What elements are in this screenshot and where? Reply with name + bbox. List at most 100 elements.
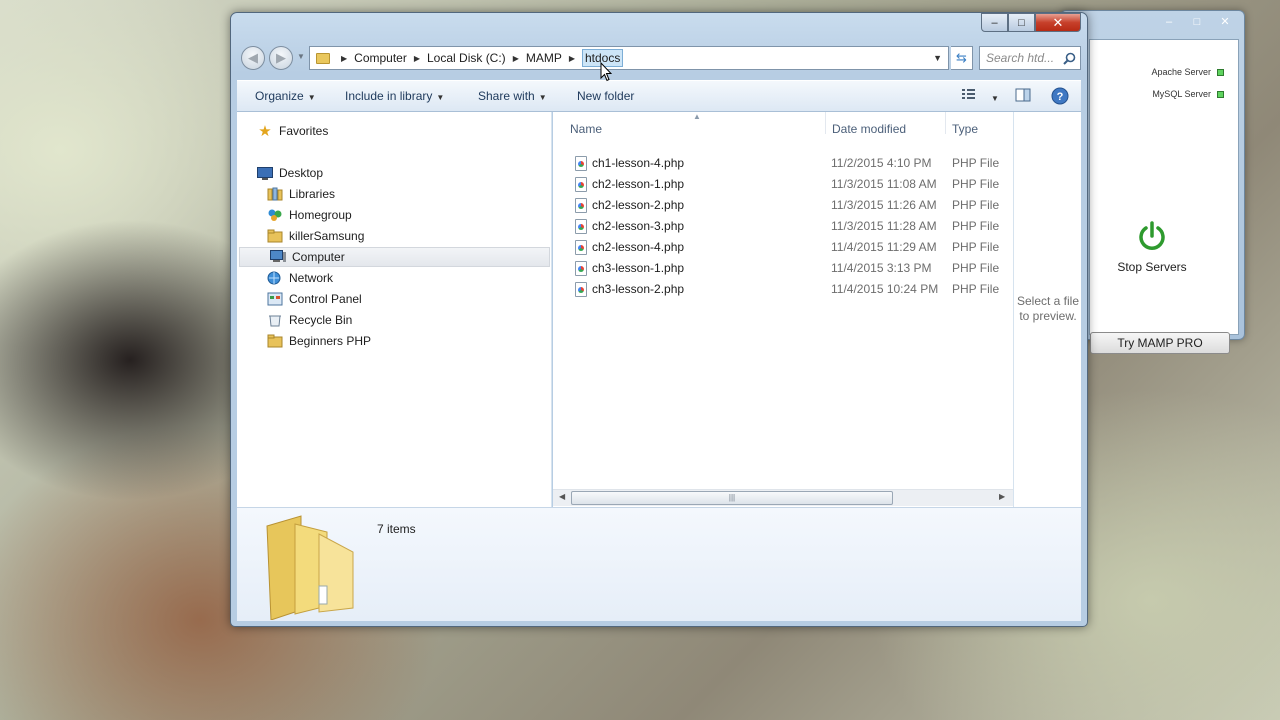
nav-item-homegroup[interactable]: Homegroup [267, 205, 352, 225]
file-type: PHP File [952, 219, 1000, 233]
file-date: 11/4/2015 11:29 AM [831, 240, 937, 254]
power-icon[interactable] [1136, 220, 1168, 252]
preview-text-line: to preview. [1019, 309, 1077, 323]
breadcrumb-separator-icon[interactable]: ▶ [569, 54, 575, 63]
search-icon[interactable] [1063, 52, 1076, 65]
nav-item-control-panel[interactable]: Control Panel [267, 289, 362, 309]
preview-pane: Select a file to preview. [1013, 112, 1081, 507]
breadcrumb-separator-icon[interactable]: ▶ [513, 54, 519, 63]
column-header-name[interactable]: Name [570, 122, 602, 136]
refresh-icon: ⇆ [956, 50, 967, 65]
mamp-maximize-button[interactable]: □ [1184, 14, 1210, 31]
close-button[interactable]: ✕ [1035, 13, 1081, 32]
mysql-status-led-icon [1217, 90, 1224, 98]
nav-item-computer[interactable]: Computer [239, 247, 550, 267]
file-type: PHP File [952, 240, 1000, 254]
nav-item-label: Control Panel [289, 292, 362, 306]
view-options-chevron-down-icon[interactable]: ▼ [987, 90, 999, 104]
file-name: ch2-lesson-1.php [592, 177, 685, 191]
column-divider[interactable] [825, 112, 826, 134]
nav-item-network[interactable]: Network [267, 268, 333, 288]
include-in-library-menu[interactable]: Include in library ▼ [345, 89, 444, 103]
search-placeholder: Search htd... [986, 51, 1055, 65]
file-name: ch3-lesson-1.php [592, 261, 685, 275]
recent-pages-chevron-down-icon[interactable]: ▼ [297, 52, 305, 61]
navigation-row: ◀ ▶ ▼ ▶ Computer ▶ Local Disk (C:) ▶ MAM… [239, 44, 1081, 72]
star-icon: ★ [258, 123, 272, 140]
nav-item-label: Beginners PHP [289, 334, 372, 348]
nav-item-beginners-php[interactable]: Beginners PHP [267, 331, 371, 351]
user-folder-icon [267, 229, 283, 243]
nav-item-killersamsung[interactable]: killerSamsung [267, 226, 364, 246]
column-header-type[interactable]: Type [952, 122, 978, 136]
file-row[interactable]: ch2-lesson-4.php 11/4/2015 11:29 AM PHP … [553, 237, 1013, 258]
file-date: 11/4/2015 3:13 PM [831, 261, 932, 275]
apache-status-label: Apache Server [1151, 67, 1211, 77]
nav-item-desktop[interactable]: Desktop [257, 163, 323, 183]
file-row[interactable]: ch2-lesson-3.php 11/3/2015 11:28 AM PHP … [553, 216, 1013, 237]
breadcrumb-computer[interactable]: Computer [354, 51, 407, 65]
file-row[interactable]: ch1-lesson-4.php 11/2/2015 4:10 PM PHP F… [553, 153, 1013, 174]
nav-favorites-label: Favorites [279, 124, 329, 138]
apache-status: Apache Server [1151, 67, 1224, 77]
breadcrumb-local-disk[interactable]: Local Disk (C:) [427, 51, 506, 65]
nav-item-label: Network [289, 271, 334, 285]
view-options-icon[interactable] [961, 87, 977, 101]
svg-text:?: ? [1057, 91, 1064, 103]
organize-menu[interactable]: Organize ▼ [255, 89, 316, 103]
nav-item-label: Recycle Bin [289, 313, 353, 327]
search-input[interactable]: Search htd... [979, 46, 1081, 70]
window-caption-buttons: – □ ✕ [981, 13, 1081, 32]
breadcrumb-separator-icon[interactable]: ▶ [341, 54, 347, 63]
new-folder-button[interactable]: New folder [577, 89, 634, 103]
file-row[interactable]: ch3-lesson-2.php 11/4/2015 10:24 PM PHP … [553, 279, 1013, 300]
file-name: ch3-lesson-2.php [592, 282, 685, 296]
file-name: ch2-lesson-2.php [592, 198, 685, 212]
column-divider[interactable] [945, 112, 946, 134]
column-header-date-modified[interactable]: Date modified [832, 122, 906, 136]
nav-item-libraries[interactable]: Libraries [267, 184, 335, 204]
php-file-icon [575, 261, 587, 276]
organize-label: Organize [255, 89, 304, 103]
apache-status-led-icon [1217, 68, 1224, 76]
include-in-library-label: Include in library [345, 89, 433, 103]
breadcrumb-mamp[interactable]: MAMP [526, 51, 562, 65]
explorer-window: – □ ✕ ◀ ▶ ▼ ▶ Computer ▶ Local Disk (C:)… [230, 12, 1088, 627]
forward-button[interactable]: ▶ [269, 46, 293, 70]
mamp-minimize-button[interactable]: – [1156, 14, 1182, 31]
horizontal-scrollbar[interactable]: ◀ ||| ▶ [553, 489, 1013, 506]
nav-item-recycle-bin[interactable]: Recycle Bin [267, 310, 352, 330]
file-list: ▲ Name Date modified Type ch1-lesson-4.p… [553, 112, 1013, 507]
preview-pane-toggle-icon[interactable] [1015, 87, 1031, 103]
back-button[interactable]: ◀ [241, 46, 265, 70]
try-mamp-pro-button[interactable]: Try MAMP PRO [1090, 332, 1230, 354]
chevron-down-icon: ▼ [538, 93, 547, 102]
file-date: 11/3/2015 11:26 AM [831, 198, 937, 212]
file-type: PHP File [952, 156, 1000, 170]
network-icon [267, 271, 283, 285]
stop-servers-label[interactable]: Stop Servers [1090, 260, 1214, 274]
file-row[interactable]: ch2-lesson-1.php 11/3/2015 11:08 AM PHP … [553, 174, 1013, 195]
breadcrumb-separator-icon[interactable]: ▶ [414, 54, 420, 63]
nav-item-label: killerSamsung [289, 229, 365, 243]
file-name: ch2-lesson-3.php [592, 219, 685, 233]
mysql-status: MySQL Server [1152, 89, 1224, 99]
items-count: 7 items [377, 522, 416, 536]
folder-icon [267, 334, 283, 348]
mouse-cursor-icon [600, 62, 612, 82]
maximize-button[interactable]: □ [1008, 13, 1035, 32]
libraries-icon [267, 187, 283, 201]
nav-favorites[interactable]: ★ Favorites [257, 121, 328, 141]
file-row[interactable]: ch2-lesson-2.php 11/3/2015 11:26 AM PHP … [553, 195, 1013, 216]
scroll-left-icon[interactable]: ◀ [559, 492, 565, 501]
address-dropdown-chevron-down-icon[interactable]: ▼ [933, 53, 942, 63]
help-icon[interactable]: ? [1051, 87, 1069, 105]
minimize-button[interactable]: – [981, 13, 1008, 32]
file-row[interactable]: ch3-lesson-1.php 11/4/2015 3:13 PM PHP F… [553, 258, 1013, 279]
address-bar[interactable]: ▶ Computer ▶ Local Disk (C:) ▶ MAMP ▶ ht… [309, 46, 949, 70]
scroll-right-icon[interactable]: ▶ [999, 492, 1005, 501]
scrollbar-thumb[interactable]: ||| [571, 491, 893, 505]
refresh-button[interactable]: ⇆ [951, 46, 973, 70]
share-with-menu[interactable]: Share with ▼ [478, 89, 547, 103]
mamp-close-button[interactable]: ✕ [1212, 14, 1238, 31]
